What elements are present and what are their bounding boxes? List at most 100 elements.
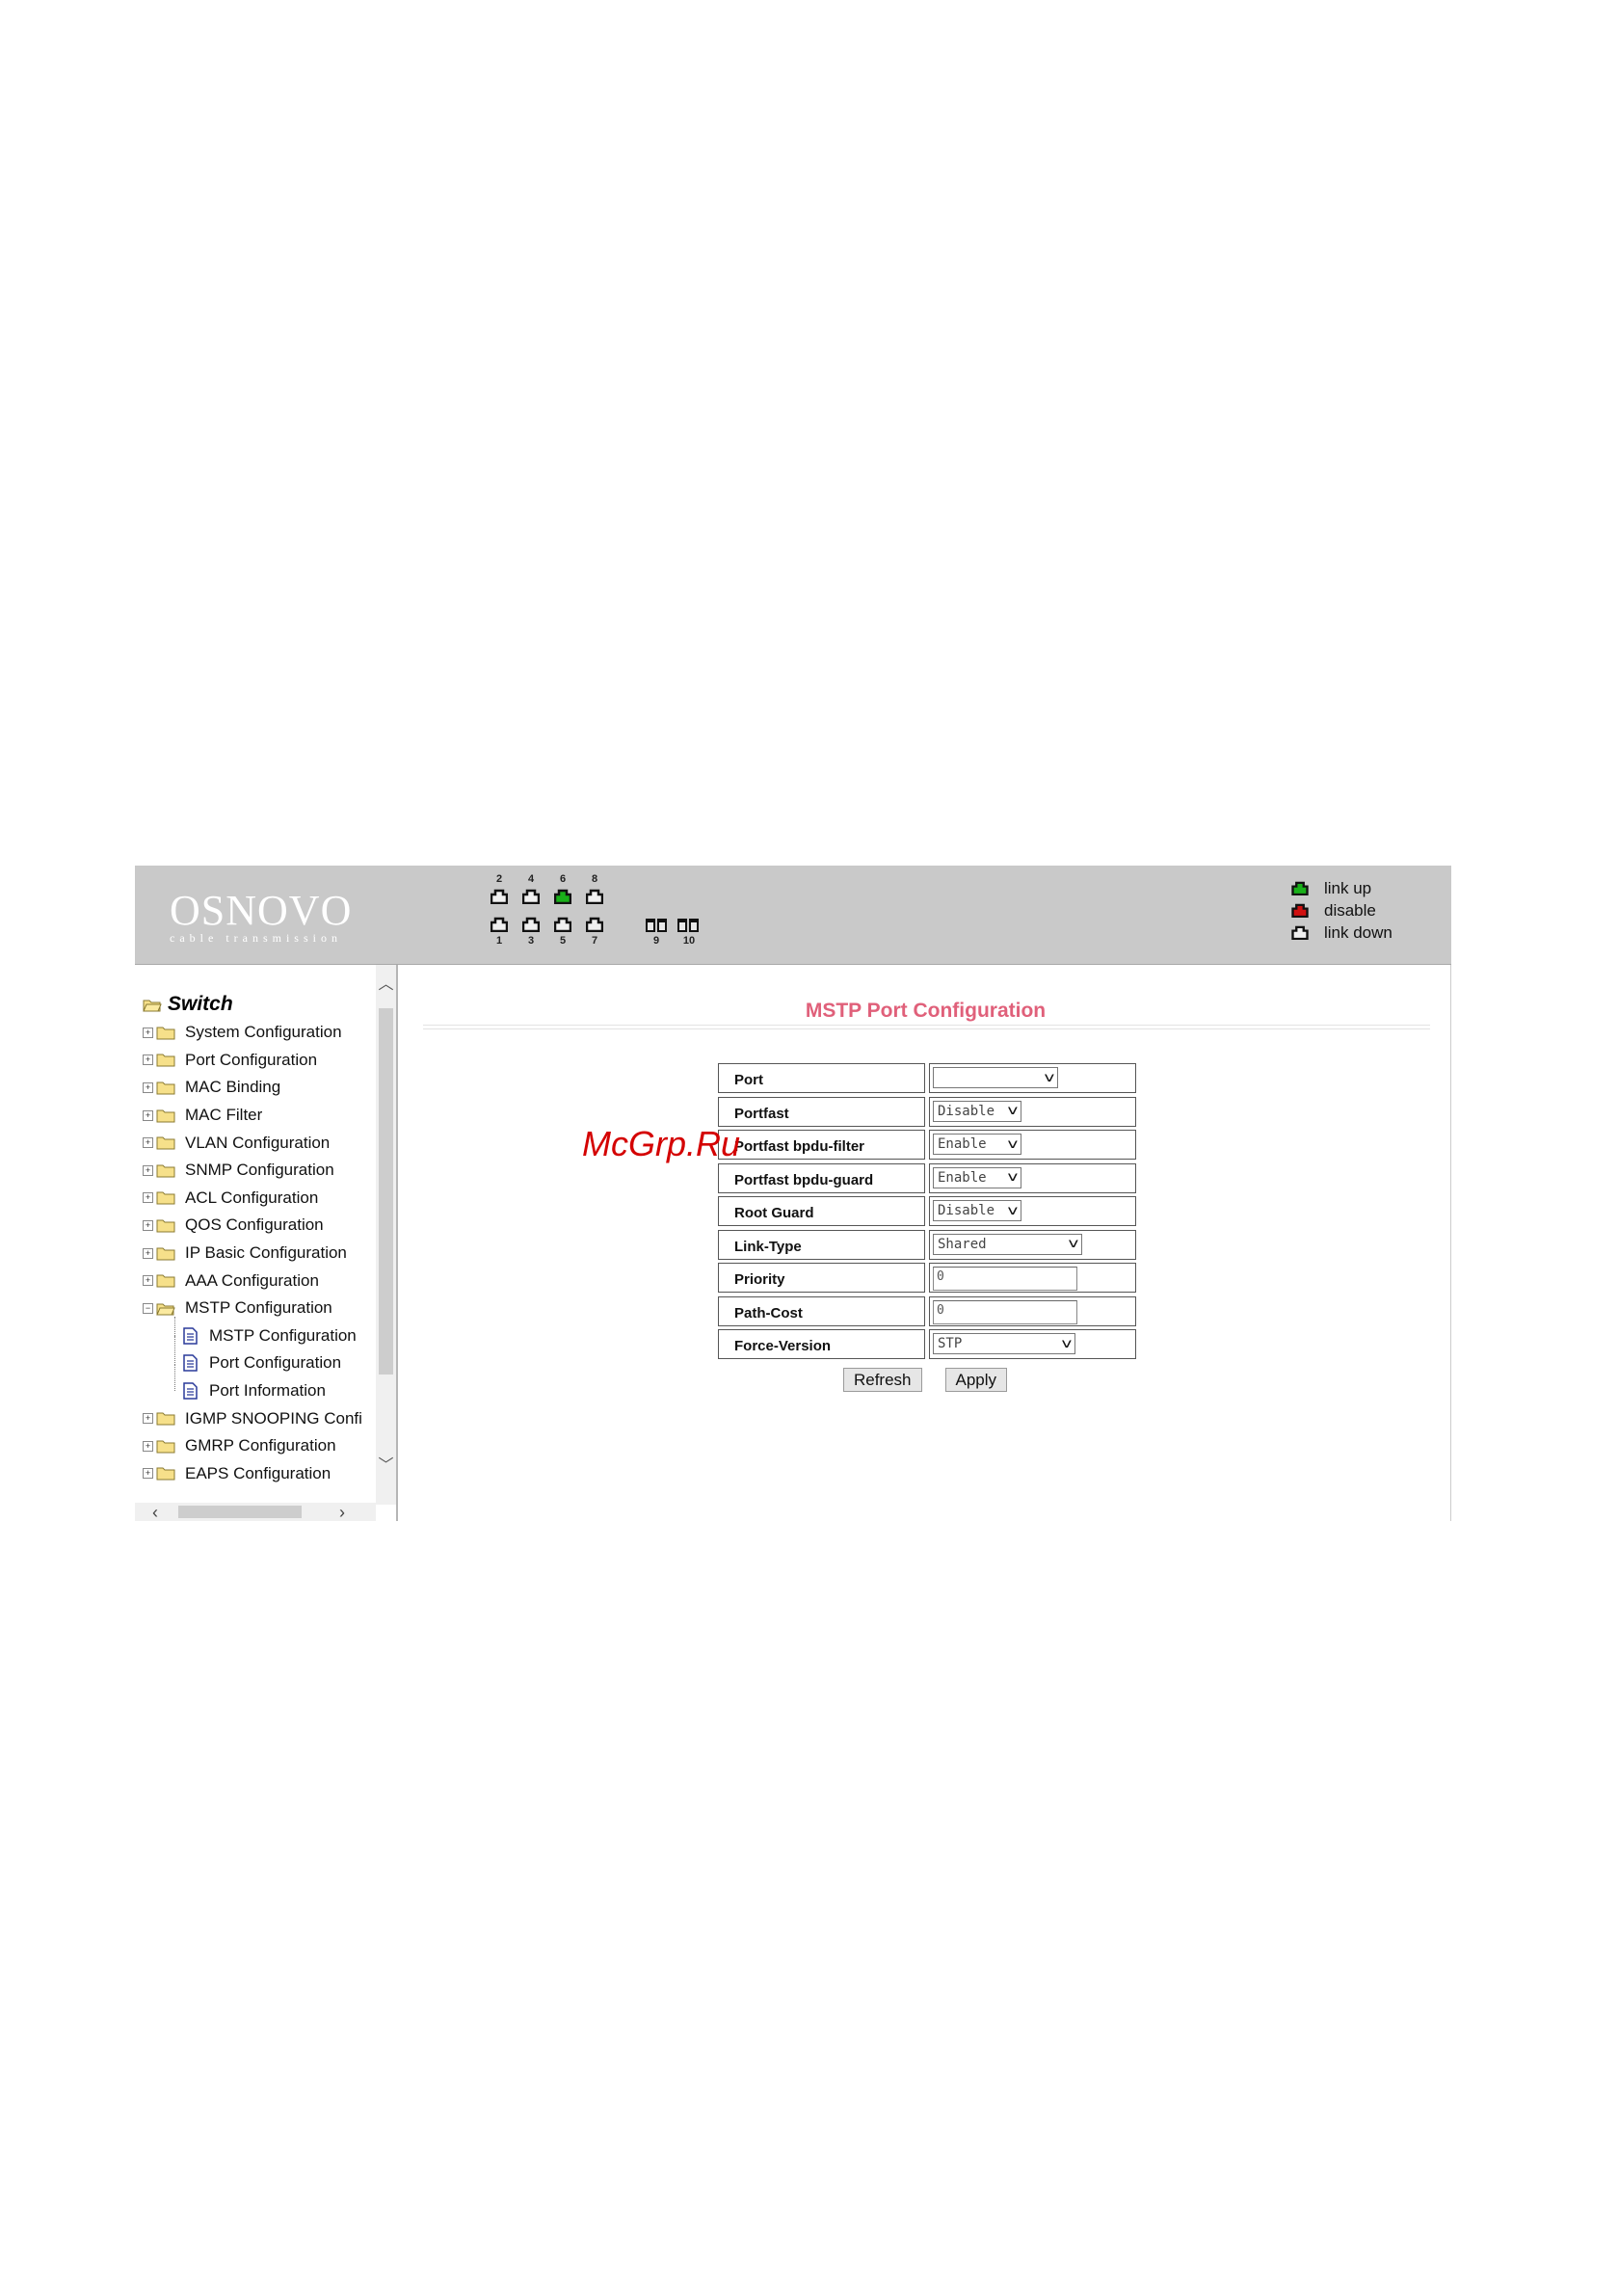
sidebar-item-label: SNMP Configuration [185,1161,334,1180]
expand-plus-icon[interactable]: + [143,1247,153,1259]
sidebar-item-system-configuration[interactable]: + System Configuration [143,1019,362,1047]
port-1-icon[interactable] [491,917,508,932]
port-8-icon[interactable] [586,889,603,904]
sidebar-item-acl-configuration[interactable]: + ACL Configuration [143,1185,362,1213]
expand-plus-icon[interactable]: + [143,1027,153,1038]
sidebar-subitem-mstp-configuration[interactable]: MSTP Configuration [143,1316,362,1350]
screenshot-frame: OSNOVO cable transmission 2 4 6 8 1 3 5 … [135,866,1451,1521]
folder-icon [156,1247,175,1261]
sidebar-item-vlan-configuration[interactable]: + VLAN Configuration [143,1129,362,1157]
legend-link-up-label: link up [1324,878,1372,897]
document-icon [183,1382,198,1400]
form-row-port: Port v [718,1063,1136,1097]
form-row-force-version: Force-Version STP v [718,1329,1136,1363]
port-select[interactable]: v [933,1067,1058,1088]
expand-plus-icon[interactable]: + [143,1219,153,1231]
legend-disable: disable [1291,899,1393,921]
sfp-port-9-icon[interactable] [646,919,667,932]
sidebar-item-mac-binding[interactable]: + MAC Binding [143,1074,362,1102]
expand-plus-icon[interactable]: + [143,1164,153,1176]
port-6-icon[interactable] [554,889,571,904]
expand-plus-icon[interactable]: + [143,1440,153,1452]
port-4-icon[interactable] [522,889,540,904]
sidebar-item-qos-configuration[interactable]: + QOS Configuration [143,1212,362,1240]
path-cost-input[interactable]: 0 [933,1299,1077,1324]
sidebar-item-label: GMRP Configuration [185,1436,336,1455]
port-7-icon[interactable] [586,917,603,932]
portfast-bpdu-guard-select[interactable]: Enable v [933,1166,1021,1188]
form-buttons: Refresh Apply [703,1368,1147,1392]
folder-icon [156,1191,175,1205]
portfast-bpdu-guard-select-value: Enable [938,1169,987,1186]
sidebar-subitem-port-configuration[interactable]: Port Configuration [143,1336,362,1377]
root-guard-select[interactable]: Disable v [933,1200,1021,1221]
sidebar-vertical-scrollbar[interactable]: ︿ ﹀ [376,965,396,1505]
chevron-down-icon: v [1007,1104,1019,1118]
logo-name: OSNOVO [170,887,353,934]
horizontal-scroll-thumb[interactable] [178,1506,302,1518]
port-number-8: 8 [591,873,598,885]
expand-plus-icon[interactable]: + [143,1413,153,1425]
folder-icon [156,1109,175,1123]
port-number-9: 9 [652,935,660,947]
port-number-10: 10 [682,935,696,947]
scroll-right-arrow-icon[interactable]: › [339,1503,345,1521]
open-folder-icon [156,1303,175,1316]
port-3-icon[interactable] [522,917,540,932]
force-version-select[interactable]: STP v [933,1333,1075,1354]
sidebar-item-port-configuration[interactable]: + Port Configuration [143,1047,362,1075]
sidebar-item-mstp-configuration[interactable]: − MSTP Configuration [143,1295,362,1322]
chevron-down-icon: v [1007,1203,1019,1218]
open-folder-icon [143,1000,162,1011]
form-row-root-guard: Root Guard Disable v [718,1196,1136,1230]
logo-tagline: cable transmission [170,931,342,945]
scroll-down-arrow-icon[interactable]: ﹀ [376,1452,396,1474]
sidebar-horizontal-scrollbar[interactable]: ‹ › [135,1503,376,1521]
expand-plus-icon[interactable]: + [143,1275,153,1287]
osnovo-logo: OSNOVO cable transmission [170,887,353,945]
scroll-left-arrow-icon[interactable]: ‹ [152,1503,158,1521]
root-guard-label: Root Guard [718,1196,925,1226]
portfast-bpdu-filter-select-value: Enable [938,1136,987,1152]
sfp-port-10-icon[interactable] [677,919,699,932]
sidebar-item-aaa-configuration[interactable]: + AAA Configuration [143,1267,362,1295]
sidebar-subitem-port-information[interactable]: Port Information [143,1363,362,1405]
portfast-select[interactable]: Disable v [933,1100,1021,1122]
port-5-icon[interactable] [554,917,571,932]
expand-plus-icon[interactable]: + [143,1137,153,1149]
port-number-5: 5 [559,935,567,947]
vertical-scroll-thumb[interactable] [379,1008,393,1375]
tree-root-switch[interactable]: Switch [143,990,362,1019]
sidebar-item-snmp-configuration[interactable]: + SNMP Configuration [143,1157,362,1185]
tree-connector [174,1316,175,1336]
expand-plus-icon[interactable]: + [143,1055,153,1066]
portfast-label: Portfast [718,1096,925,1127]
tree-connector [174,1336,175,1364]
sidebar-item-label: IP Basic Configuration [185,1243,347,1263]
expand-plus-icon[interactable]: + [143,1109,153,1121]
sidebar-item-eaps-configuration[interactable]: + EAPS Configuration [143,1460,362,1488]
sidebar-item-ip-basic-configuration[interactable]: + IP Basic Configuration [143,1240,362,1268]
expand-plus-icon[interactable]: + [143,1081,153,1093]
portfast-bpdu-filter-select[interactable]: Enable v [933,1134,1021,1155]
sidebar-item-igmp-snooping-configuration[interactable]: + IGMP SNOOPING Confi [143,1404,362,1432]
document-icon [183,1327,198,1345]
tree-connector [174,1363,175,1391]
port-2-icon[interactable] [491,889,508,904]
sidebar-item-label: ACL Configuration [185,1188,319,1207]
expand-plus-icon[interactable]: + [143,1468,153,1480]
port-number-6: 6 [559,873,567,885]
collapse-minus-icon[interactable]: − [143,1302,153,1314]
priority-input[interactable]: 0 [933,1267,1077,1291]
sidebar-item-gmrp-configuration[interactable]: + GMRP Configuration [143,1432,362,1460]
folder-icon [156,1136,175,1150]
scroll-up-arrow-icon[interactable]: ︿ [376,971,396,993]
apply-button[interactable]: Apply [944,1368,1008,1392]
refresh-button[interactable]: Refresh [842,1368,922,1392]
expand-plus-icon[interactable]: + [143,1192,153,1204]
sidebar-item-label: QOS Configuration [185,1215,324,1235]
port-number-4: 4 [527,873,535,885]
link-type-label: Link-Type [718,1229,925,1260]
link-type-select[interactable]: Shared v [933,1233,1082,1255]
sidebar-item-mac-filter[interactable]: + MAC Filter [143,1102,362,1130]
